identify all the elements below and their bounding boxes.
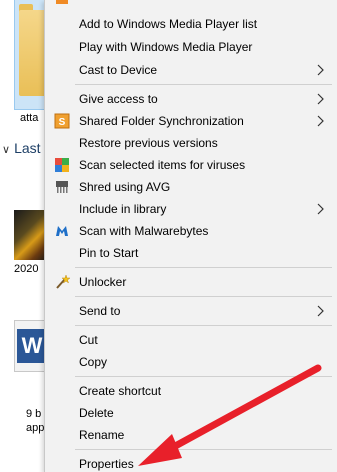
word-icon: W bbox=[17, 329, 47, 363]
word-document-thumbnail[interactable]: W bbox=[14, 320, 48, 372]
section-label: Last bbox=[14, 140, 41, 156]
chevron-right-icon bbox=[317, 115, 324, 127]
menu-item-label: Play with Windows Media Player bbox=[79, 40, 253, 54]
menu-item-label: Scan selected items for viruses bbox=[79, 158, 246, 172]
menu-item-send-to[interactable]: Send to bbox=[45, 300, 337, 322]
chevron-right-icon bbox=[317, 203, 324, 215]
antivirus-icon bbox=[55, 158, 69, 172]
menu-item-cast-to-device[interactable]: Cast to Device bbox=[45, 59, 337, 81]
menu-separator bbox=[75, 296, 332, 297]
folder-thumbnail[interactable] bbox=[14, 0, 53, 110]
document-label-line1: 9 b bbox=[26, 408, 42, 420]
menu-item-shared-folder-sync[interactable]: S Shared Folder Synchronization bbox=[45, 110, 337, 132]
menu-item-give-access-to[interactable]: Give access to bbox=[45, 88, 337, 110]
menu-item-cut[interactable]: Cut bbox=[45, 329, 337, 351]
menu-item-properties[interactable]: Properties bbox=[45, 453, 337, 472]
menu-item-copy[interactable]: Copy bbox=[45, 351, 337, 373]
menu-item-restore-previous-versions[interactable]: Restore previous versions bbox=[45, 132, 337, 154]
section-header-last[interactable]: ∨ Last bbox=[2, 140, 41, 156]
menu-item-label: Properties bbox=[79, 457, 134, 471]
menu-item-delete[interactable]: Delete bbox=[45, 402, 337, 424]
document-label-line2: app bbox=[26, 422, 45, 434]
shredder-icon bbox=[56, 181, 68, 193]
menu-item-label: Rename bbox=[79, 428, 125, 442]
menu-item-rename[interactable]: Rename bbox=[45, 424, 337, 446]
menu-item-play-with-wmp[interactable]: Play with Windows Media Player bbox=[45, 36, 337, 58]
menu-separator bbox=[75, 376, 332, 377]
menu-item-label: Shred using AVG bbox=[79, 180, 171, 194]
menu-item-label: Send to bbox=[79, 304, 121, 318]
menu-item-pin-to-start[interactable]: Pin to Start bbox=[45, 242, 337, 264]
menu-item-label: Add to Windows Media Player list bbox=[79, 17, 258, 31]
menu-item-label: Shared Folder Synchronization bbox=[79, 114, 244, 128]
folder-label: atta bbox=[20, 112, 39, 124]
menu-item-label: Create shortcut bbox=[79, 384, 162, 398]
menu-separator bbox=[75, 267, 332, 268]
menu-separator bbox=[75, 325, 332, 326]
partial-icon bbox=[56, 0, 68, 4]
svg-text:S: S bbox=[59, 117, 66, 128]
menu-separator bbox=[75, 449, 332, 450]
context-menu: Add to Windows Media Player list Play wi… bbox=[44, 0, 337, 472]
menu-item-scan-for-viruses[interactable]: Scan selected items for viruses bbox=[45, 154, 337, 176]
chevron-down-icon: ∨ bbox=[2, 144, 11, 156]
menu-item-shred-using-avg[interactable]: Shred using AVG bbox=[45, 176, 337, 198]
menu-item-add-to-wmp-list[interactable]: Add to Windows Media Player list bbox=[45, 13, 337, 35]
menu-item-create-shortcut[interactable]: Create shortcut bbox=[45, 380, 337, 402]
menu-item-label: Scan with Malwarebytes bbox=[79, 224, 209, 238]
menu-item-label: Restore previous versions bbox=[79, 136, 218, 150]
menu-item-label: Give access to bbox=[79, 92, 158, 106]
malwarebytes-icon bbox=[56, 226, 68, 236]
photo-label: 2020 bbox=[14, 263, 39, 275]
menu-item-include-in-library[interactable]: Include in library bbox=[45, 198, 337, 220]
chevron-right-icon bbox=[317, 305, 324, 317]
menu-item-label: Copy bbox=[79, 355, 108, 369]
sync-icon: S bbox=[54, 113, 70, 129]
menu-item-label: Delete bbox=[79, 406, 114, 420]
menu-item-scan-with-malwarebytes[interactable]: Scan with Malwarebytes bbox=[45, 220, 337, 242]
menu-item-label: Unlocker bbox=[79, 275, 127, 289]
menu-item-label: Cast to Device bbox=[79, 63, 158, 77]
screen: atta ∨ Last 2020 W 9 b app Add to Windows… bbox=[0, 0, 337, 472]
wand-icon bbox=[56, 274, 70, 289]
menu-separator bbox=[75, 84, 332, 85]
menu-item-unlocker[interactable]: Unlocker bbox=[45, 271, 337, 293]
photo-thumbnail[interactable] bbox=[14, 210, 48, 260]
menu-item-label: Include in library bbox=[79, 202, 167, 216]
chevron-right-icon bbox=[317, 93, 324, 105]
chevron-right-icon bbox=[317, 64, 324, 76]
menu-item-label: Pin to Start bbox=[79, 246, 139, 260]
menu-item-label: Cut bbox=[79, 333, 98, 347]
explorer-background: atta ∨ Last 2020 W 9 b app bbox=[0, 0, 53, 472]
